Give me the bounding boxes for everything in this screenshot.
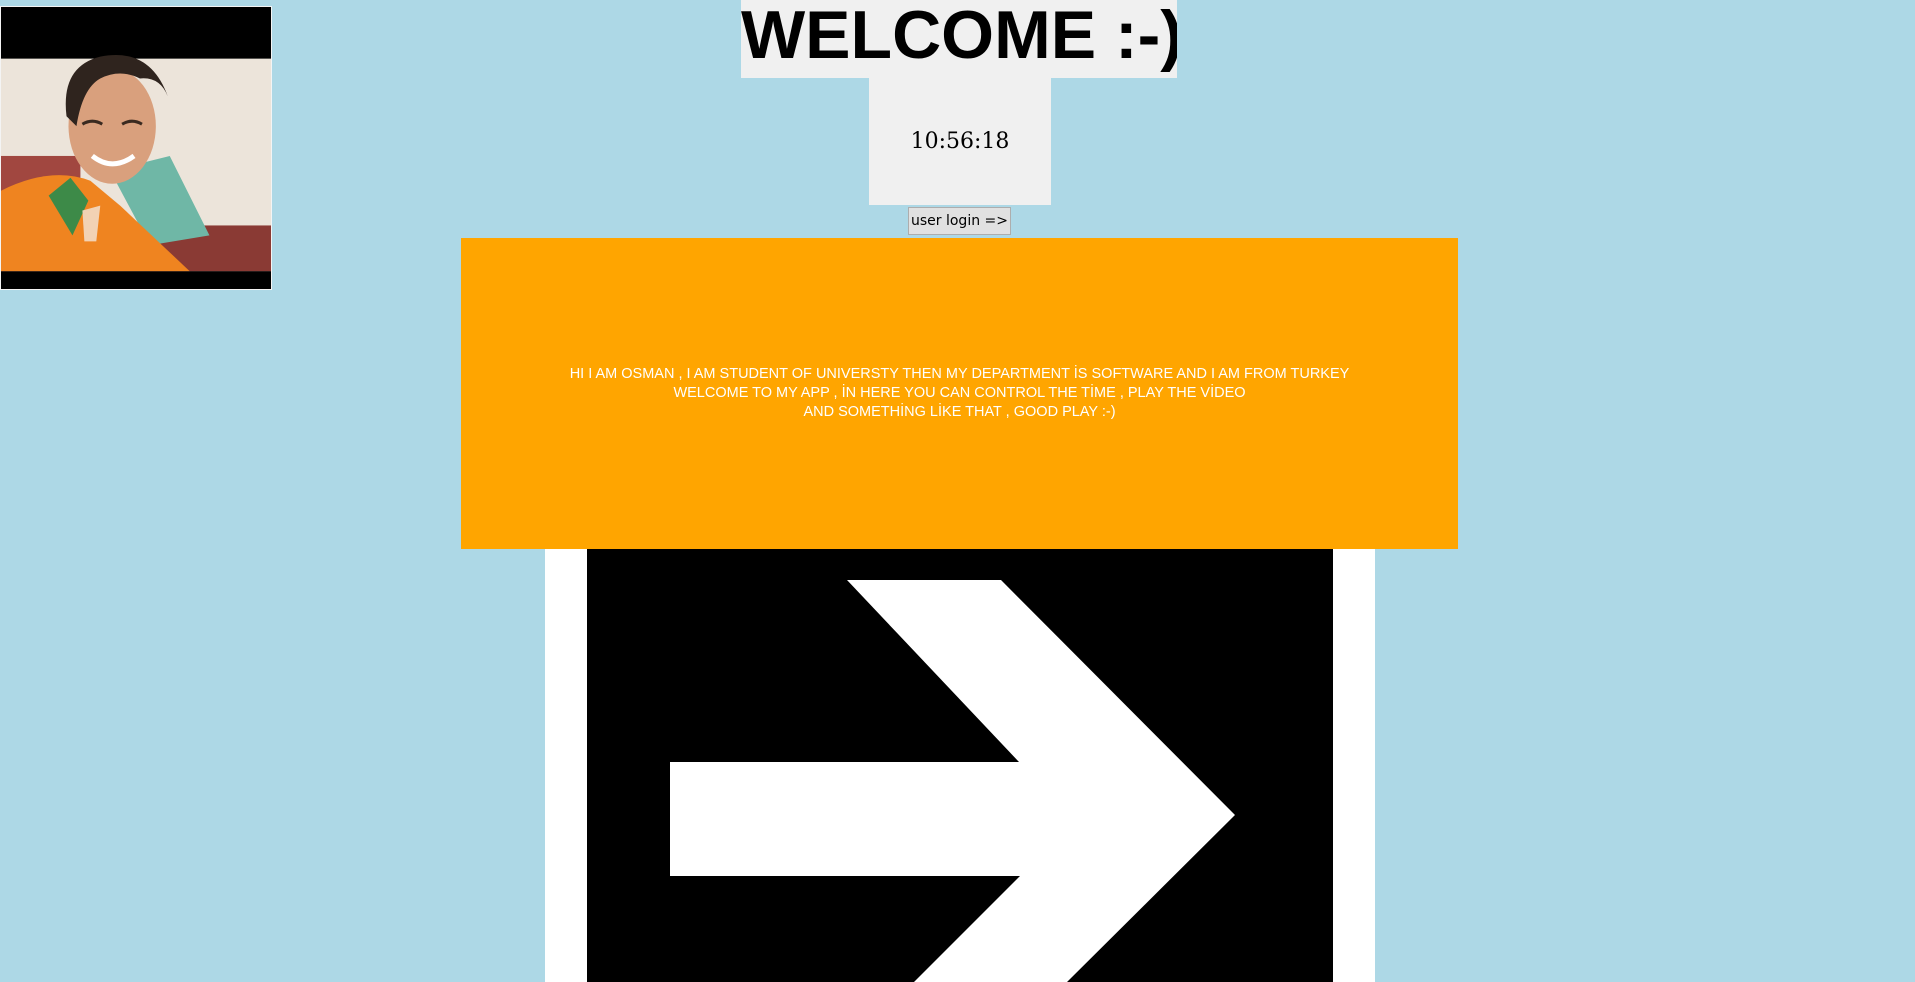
arrow-image-frame [545,549,1375,982]
clock-panel: 10:56:18 [869,78,1051,205]
profile-photo [0,6,272,290]
welcome-title: WELCOME :-) [741,0,1177,78]
user-login-button[interactable]: user login => [908,207,1011,235]
intro-line: WELCOME TO MY APP , İN HERE YOU CAN CONT… [673,385,1246,401]
clock-time: 10:56:18 [910,129,1010,154]
portrait-image [1,7,271,289]
arrow-image [587,549,1333,982]
intro-line: AND SOMETHİNG LİKE THAT , GOOD PLAY :-) [803,404,1116,420]
intro-panel: HI I AM OSMAN , I AM STUDENT OF UNIVERST… [461,238,1458,549]
right-arrow-icon [670,580,1235,982]
intro-line: HI I AM OSMAN , I AM STUDENT OF UNIVERST… [569,366,1350,382]
